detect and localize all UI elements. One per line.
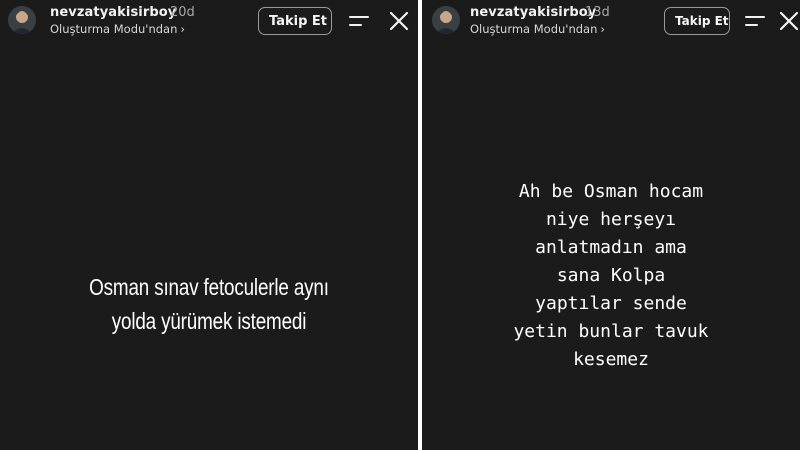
creation-mode-link[interactable]: Oluşturma Modu'ndan › bbox=[50, 22, 185, 36]
chevron-right-icon: › bbox=[180, 22, 185, 36]
story-text-line: yaptılar sende bbox=[535, 293, 687, 314]
username[interactable]: nevzatyakisirboy bbox=[50, 5, 176, 20]
creation-mode-label: Oluşturma Modu'ndan bbox=[470, 22, 598, 36]
story-text: Ah be Osman hocam niye herşeyı anlatmadı… bbox=[422, 178, 800, 374]
story-comparison: nevzatyakisirboy 20d Oluşturma Modu'ndan… bbox=[0, 0, 800, 450]
story-panel-right: nevzatyakisirboy 13d Oluşturma Modu'ndan… bbox=[422, 0, 800, 450]
story-text-line: sana Kolpa bbox=[556, 265, 666, 286]
story-panel-left: nevzatyakisirboy 20d Oluşturma Modu'ndan… bbox=[0, 0, 418, 450]
story-timestamp: 20d bbox=[170, 5, 195, 20]
follow-button[interactable]: Takip Et bbox=[664, 7, 730, 35]
username[interactable]: nevzatyakisirboy bbox=[470, 5, 596, 20]
creation-mode-link[interactable]: Oluşturma Modu'ndan › bbox=[470, 22, 605, 36]
story-header: nevzatyakisirboy 13d Oluşturma Modu'ndan… bbox=[422, 0, 800, 44]
creation-mode-label: Oluşturma Modu'ndan bbox=[50, 22, 178, 36]
chevron-right-icon: › bbox=[600, 22, 605, 36]
story-text-line: yolda yürümek istemedi bbox=[111, 308, 307, 334]
story-text-line: niye herşeyı bbox=[545, 209, 677, 230]
close-icon[interactable] bbox=[388, 10, 410, 32]
avatar[interactable] bbox=[432, 6, 460, 34]
avatar[interactable] bbox=[8, 6, 36, 34]
story-text-line: yetin bunlar tavuk bbox=[513, 321, 709, 342]
story-header: nevzatyakisirboy 20d Oluşturma Modu'ndan… bbox=[0, 0, 418, 44]
story-timestamp: 13d bbox=[585, 5, 610, 20]
menu-lines-icon[interactable] bbox=[348, 10, 370, 32]
close-icon[interactable] bbox=[778, 10, 800, 32]
story-text-line: kesemez bbox=[573, 349, 649, 370]
menu-lines-icon[interactable] bbox=[744, 10, 766, 32]
story-text-line: anlatmadın ama bbox=[535, 237, 687, 258]
story-text-line: Osman sınav fetoculerle aynı bbox=[89, 274, 329, 300]
story-text: Osman sınav fetoculerle aynı yolda yürüm… bbox=[38, 270, 381, 338]
story-text-line: Ah be Osman hocam bbox=[518, 181, 704, 202]
follow-button[interactable]: Takip Et bbox=[258, 7, 332, 35]
